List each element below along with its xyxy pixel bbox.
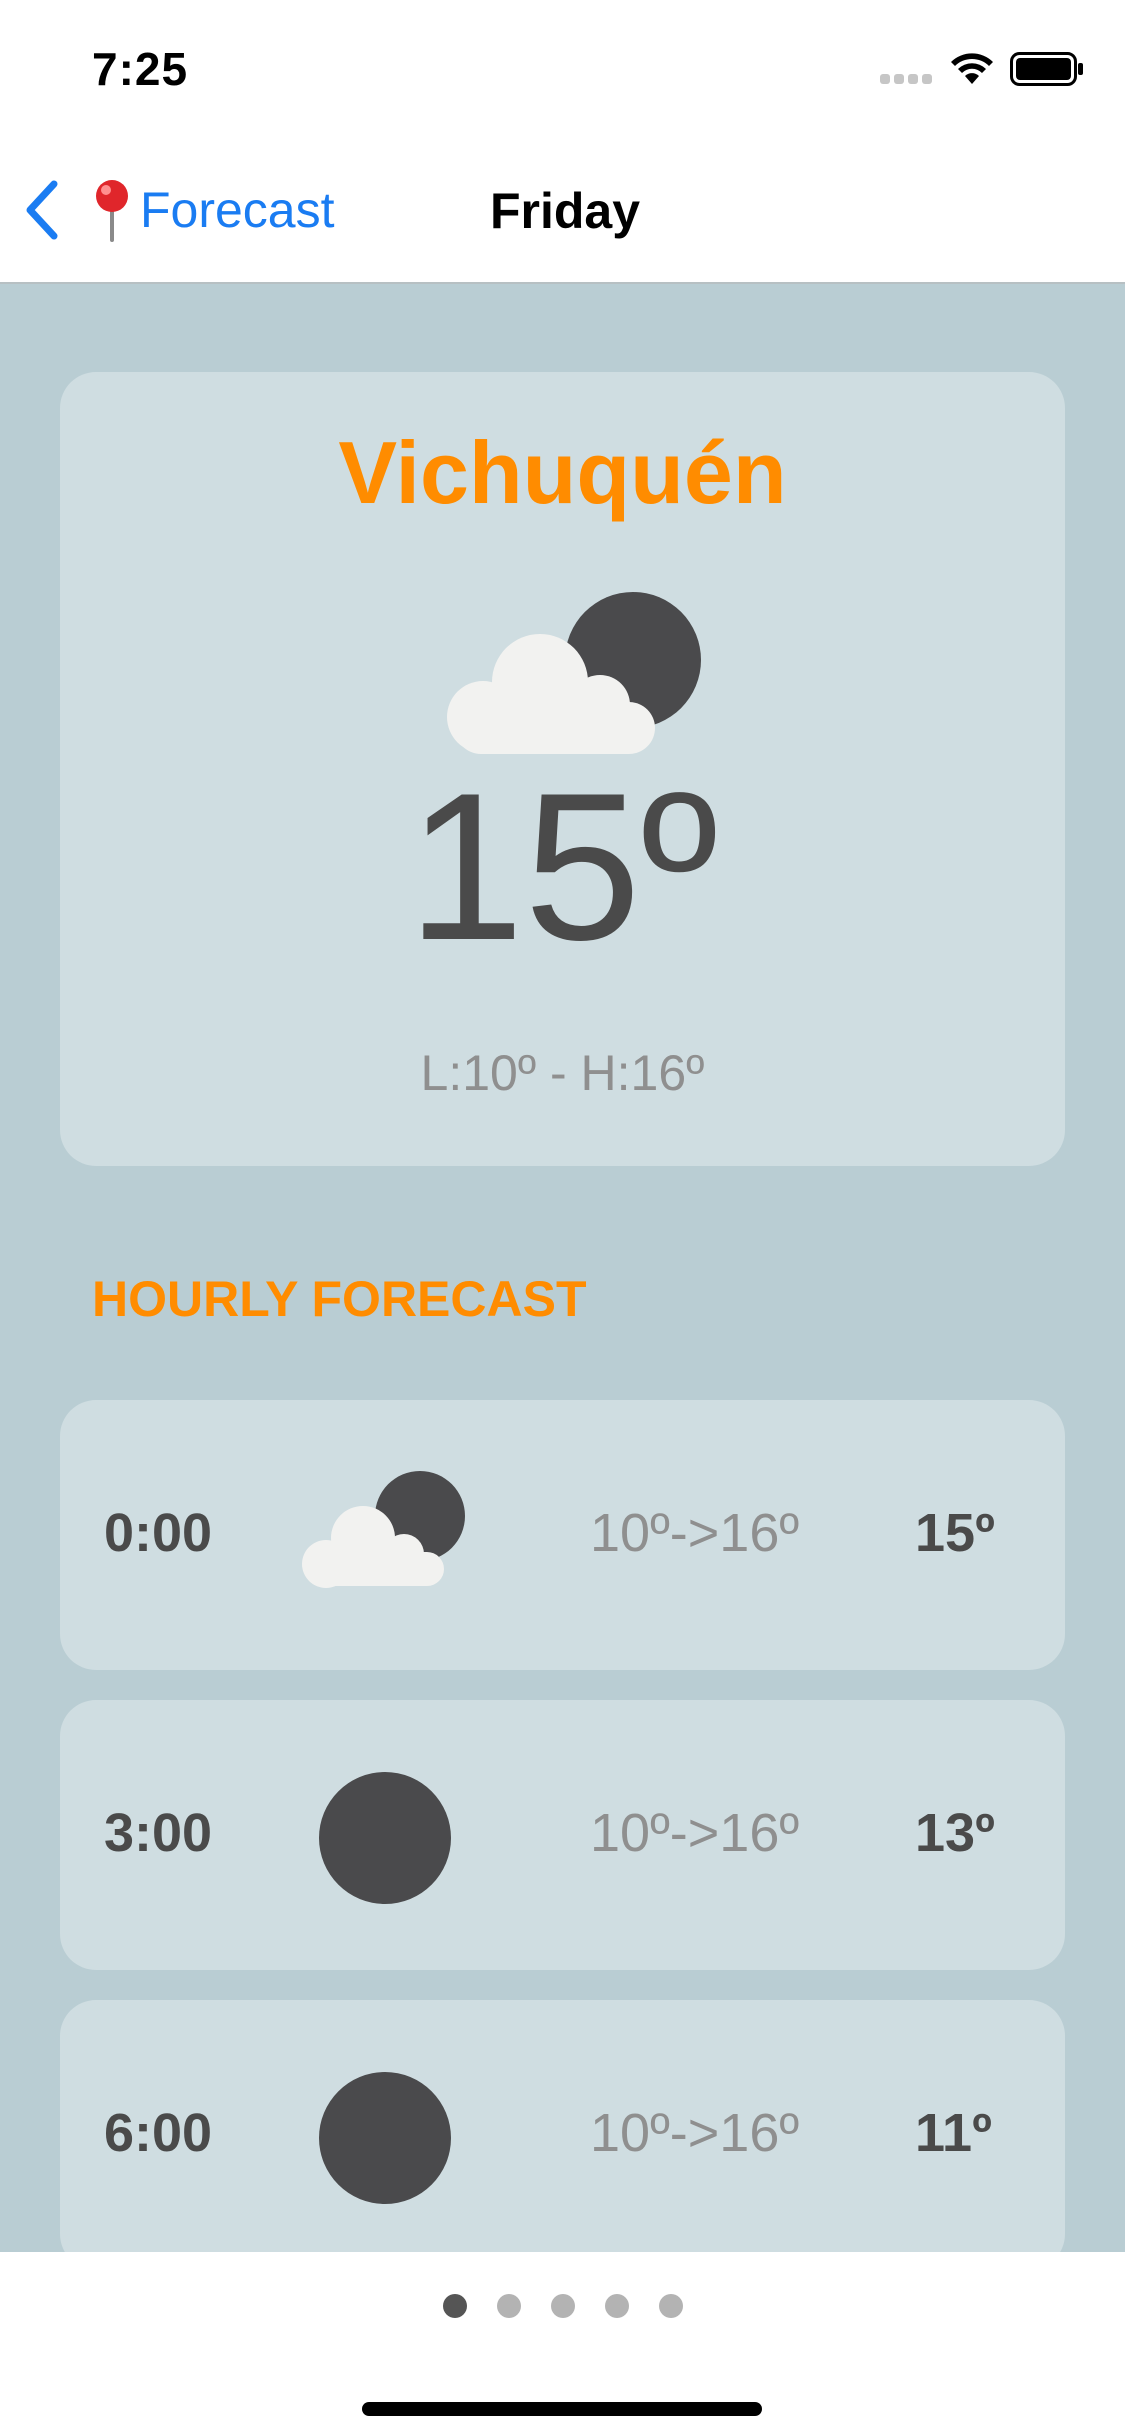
city-name: Vichuquén xyxy=(338,423,787,522)
hourly-forecast-header: HOURLY FORECAST xyxy=(92,1271,587,1327)
status-bar: 7:25 xyxy=(0,0,1125,140)
navigation-bar: Forecast Friday xyxy=(0,140,1125,284)
back-button-label: Forecast xyxy=(140,182,335,238)
back-button[interactable]: Forecast xyxy=(20,170,335,250)
page-dot[interactable] xyxy=(442,2294,467,2318)
clear-night-moon-icon xyxy=(319,2072,451,2204)
page-dot[interactable] xyxy=(604,2294,629,2318)
wifi-icon xyxy=(951,53,993,84)
hour-temperature: 11º xyxy=(915,2103,992,2163)
hourly-row: 0:00 10º->16º 15º xyxy=(60,1400,1065,1670)
hour-temperature-range: 10º->16º xyxy=(590,1803,800,1863)
current-weather-card: Vichuquén 15º L:10º - H:16º xyxy=(60,372,1065,1166)
page-dot[interactable] xyxy=(496,2294,521,2318)
page-dot[interactable] xyxy=(658,2294,683,2318)
bottom-bar xyxy=(0,2252,1125,2436)
partly-cloudy-night-icon xyxy=(447,592,701,754)
current-temperature: 15º xyxy=(407,749,718,984)
hour-time: 0:00 xyxy=(104,1503,213,1563)
partly-cloudy-night-icon xyxy=(302,1471,465,1588)
hourly-row: 3:00 10º->16º 13º xyxy=(60,1700,1065,1970)
page-dot[interactable] xyxy=(550,2294,575,2318)
location-pin-icon xyxy=(96,180,128,242)
battery-icon xyxy=(1010,52,1083,86)
status-time: 7:25 xyxy=(92,43,189,95)
hour-temperature: 15º xyxy=(915,1503,995,1563)
hour-temperature-range: 10º->16º xyxy=(590,1503,800,1563)
hour-temperature: 13º xyxy=(915,1803,995,1863)
cellular-signal-icon xyxy=(880,74,932,84)
hourly-row: 6:00 10º->16º 11º xyxy=(60,2000,1065,2252)
clear-night-moon-icon xyxy=(319,1772,451,1904)
page-control[interactable] xyxy=(0,2294,1125,2318)
hour-temperature-range: 10º->16º xyxy=(590,2103,800,2163)
forecast-scroll-view[interactable]: Vichuquén 15º L:10º - H:16º HOURLY FOREC… xyxy=(0,284,1125,2252)
hour-time: 6:00 xyxy=(104,2103,213,2163)
current-low-high-range: L:10º - H:16º xyxy=(420,1045,705,1101)
home-indicator[interactable] xyxy=(362,2402,762,2416)
page-title: Friday xyxy=(490,183,641,239)
hour-time: 3:00 xyxy=(104,1803,213,1863)
chevron-left-icon xyxy=(26,180,58,240)
